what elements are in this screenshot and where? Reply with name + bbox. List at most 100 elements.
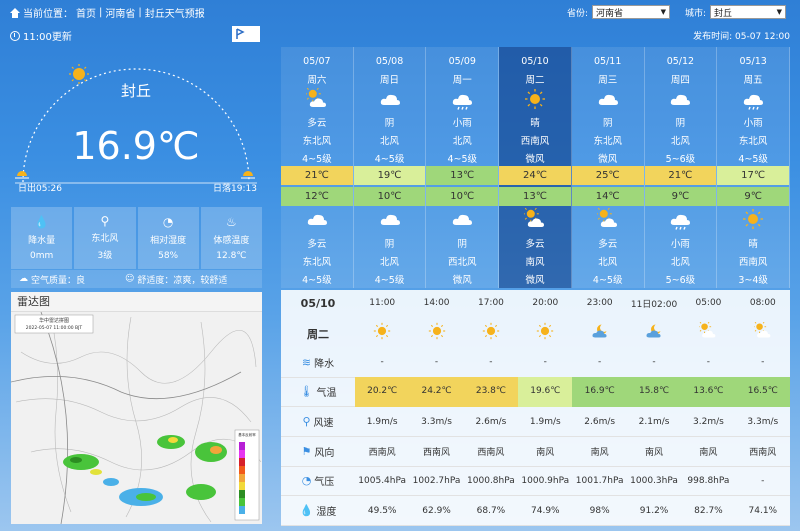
- hourly-humidity-value: 82.7%: [694, 505, 723, 516]
- hourly-row-label-text: 气压: [314, 477, 335, 489]
- forecast-night-wind: 东北风: [302, 257, 332, 268]
- hourly-wind-speed-value: 1.9m/s: [529, 416, 561, 427]
- hourly-temp-value: 19.6℃: [518, 377, 573, 407]
- partly-cloudy-icon: [499, 205, 571, 233]
- stat-label: 体感温度: [213, 235, 250, 246]
- stat-wind: ⚲ 东北风 3级: [74, 207, 136, 269]
- hourly-time-row: 11:00 14:00 17:00 20:00 23:00 11日02:00 05:00 08…: [355, 290, 790, 316]
- air-quality-icon: ☁: [19, 274, 28, 284]
- province-select-wrap: 省份: 河南省 ▼: [567, 5, 671, 19]
- hourly-wind-speed-value: 2.6m/s: [475, 416, 507, 427]
- sunrise-icon: [15, 171, 29, 179]
- cloudy-night-icon: [573, 322, 627, 343]
- update-time: 11:00更新: [10, 28, 72, 43]
- forecast-night-wind: 西南风: [738, 257, 768, 268]
- forecast-night-level: 5~6级: [665, 275, 696, 286]
- forecast-day-wind: 东北风: [302, 136, 332, 147]
- radar-title: 雷达图: [11, 292, 262, 312]
- hourly-wind-speed-value: 3.2m/s: [693, 416, 724, 427]
- hourly-pressure-value: 1002.7hPa: [412, 475, 461, 486]
- forecast-high-temp: 19℃: [353, 166, 426, 185]
- breadcrumb: 当前位置： 首页 | 河南省 | 封丘天气预报: [10, 5, 205, 20]
- breadcrumb-label: 当前位置：: [23, 9, 73, 20]
- hourly-time: 05:00: [695, 298, 722, 308]
- forecast-night-wind: 西北风: [448, 257, 477, 268]
- partly-cloudy-icon: [736, 319, 790, 343]
- forecast-day-level: 5~6级: [665, 154, 696, 165]
- current-temperature: 16.9℃: [72, 124, 200, 168]
- cloudy-icon: [426, 208, 498, 233]
- forecast-week: 周三: [598, 75, 618, 86]
- stat-value: 58%: [158, 250, 179, 261]
- hourly-row-label-text: 风向: [314, 447, 335, 459]
- hourly-humidity-value: 98%: [589, 505, 610, 516]
- province-label: 省份:: [567, 8, 589, 19]
- breadcrumb-home[interactable]: 首页: [76, 5, 96, 20]
- rain-drops-icon: 💧: [34, 214, 50, 229]
- forecast-low-temp: 10℃: [353, 187, 426, 206]
- forecast-night-weather: 多云: [307, 239, 327, 250]
- radar-map-time: 2022-05-07 11:00:00 BJT: [26, 325, 83, 331]
- hourly-wind-dir-value: 南风: [645, 447, 664, 458]
- forecast-day-weather: 阴: [384, 118, 395, 129]
- sunny-icon: [717, 208, 789, 233]
- hourly-row-label: ≋ 降水: [281, 355, 355, 370]
- stat-label: 降水量: [28, 235, 56, 246]
- hourly-header-row: 05/10 周二 11:00 14:00 17:00 20:00 23:00 11日02:…: [281, 290, 790, 348]
- hourly-row-precip: ≋ 降水 - - - - - - - -: [281, 348, 790, 378]
- forecast-low-temp: 9℃: [717, 187, 789, 206]
- forecast-day-wind: 北风: [452, 136, 472, 147]
- hourly-time: 08:00: [749, 298, 776, 308]
- low-temp-band: 12℃ 10℃ 10℃ 13℃ 14℃ 9℃ 9℃: [281, 187, 790, 206]
- comfort-icon: ☺: [125, 274, 135, 284]
- sunny-icon: [518, 322, 572, 343]
- partly-cloudy-icon: [281, 85, 353, 113]
- cloudy-icon: [354, 208, 426, 233]
- stat-value: 3级: [97, 251, 113, 261]
- hourly-humidity-value: 91.2%: [639, 505, 669, 516]
- forecast-date: 05/11: [594, 56, 622, 67]
- forecast-day-wind: 东北风: [593, 136, 622, 147]
- hourly-wind-speed-value: 3.3m/s: [747, 416, 779, 427]
- city-select[interactable]: 封丘 ▼: [710, 5, 787, 19]
- publish-time: 发布时间: 05-07 12:00: [693, 32, 790, 42]
- hourly-day: 05/10 周二: [281, 290, 355, 348]
- humidity-icon: 💧: [299, 504, 314, 518]
- forecast-low-temp: 13℃: [499, 187, 571, 206]
- home-icon: [10, 7, 20, 18]
- hourly-pressure-value: 1000.9hPa: [521, 475, 570, 486]
- sunny-icon: [464, 322, 518, 343]
- hourly-forecast: 05/10 周二 11:00 14:00 17:00 20:00 23:00 11日02:…: [281, 290, 790, 526]
- forecast-high-temp: 25℃: [571, 166, 644, 185]
- hourly-temp-value: 13.6℃: [681, 377, 736, 407]
- forecast-day-level: 微风: [525, 154, 545, 165]
- hourly-wind-dir-value: 西南风: [477, 447, 505, 458]
- current-stats: 💧 降水量 0mm ⚲ 东北风 3级 ◔ 相对湿度 58% ♨ 体感温度 12.…: [11, 207, 262, 269]
- radar-map[interactable]: 华中雷达拼图 2022-05-07 11:00:00 BJT 基本反射率: [11, 312, 262, 524]
- hourly-time: 23:00: [586, 298, 613, 308]
- province-select[interactable]: 河南省 ▼: [592, 5, 671, 19]
- hourly-wind-dir-value: 南风: [699, 447, 718, 458]
- city-label: 城市:: [685, 8, 707, 19]
- forecast-low-temp: 12℃: [281, 187, 353, 206]
- wind-icon: ⚲: [100, 214, 110, 228]
- radar-legend-title: 基本反射率: [238, 432, 256, 437]
- hourly-row-humidity: 💧 湿度 49.5% 62.9% 68.7% 74.9% 98% 91.2% 82.7% 74.1…: [281, 496, 790, 526]
- partly-cloudy-icon: [572, 205, 644, 233]
- hourly-temp-value: 15.8℃: [626, 377, 682, 407]
- breadcrumb-province[interactable]: 河南省: [105, 5, 135, 20]
- hourly-row-label: ⚲ 风速: [281, 414, 355, 429]
- rain-icon: [717, 88, 789, 113]
- hourly-row-label-text: 风速: [313, 418, 334, 430]
- hourly-pressure-value: 1001.7hPa: [575, 475, 624, 486]
- sunset-icon: [241, 171, 255, 179]
- rain-icon: [645, 208, 717, 233]
- forecast-night-level: 微风: [452, 275, 472, 286]
- humidity-icon: ◔: [162, 214, 174, 229]
- forecast-date: 05/13: [739, 56, 767, 67]
- forecast-night-level: 4~5级: [592, 275, 623, 286]
- forecast-week: 周二: [525, 75, 545, 86]
- hourly-time: 20:00: [532, 298, 559, 308]
- forecast-day-level: 微风: [598, 154, 618, 165]
- forecast-day-wind: 西南风: [520, 136, 550, 147]
